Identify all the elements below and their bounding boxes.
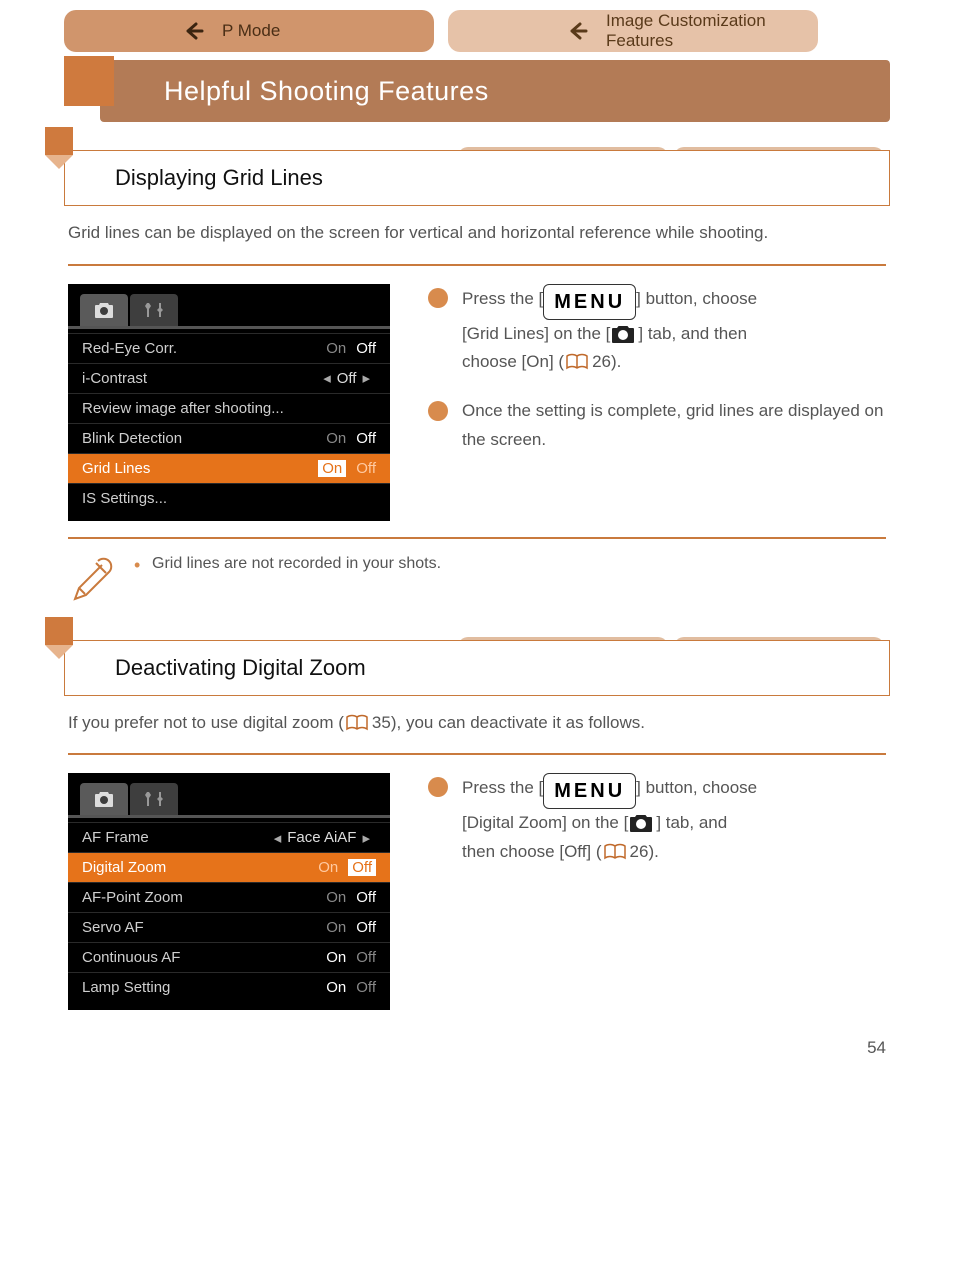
pencil-icon (68, 555, 114, 610)
section-title: Displaying Grid Lines (64, 150, 890, 206)
heading-badge (64, 56, 114, 106)
lcd-row: AF-Point ZoomOnOff (68, 882, 390, 912)
page-title: Helpful Shooting Features (100, 60, 890, 122)
t: 26). (630, 842, 659, 861)
t: If you prefer not to use digital zoom ( (68, 713, 344, 732)
breadcrumb-primary-label: P Mode (222, 21, 280, 41)
section2-paragraph: If you prefer not to use digital zoom ( 3… (68, 710, 886, 736)
note-grid-lines: Grid lines are not recorded in your shot… (68, 555, 886, 610)
section-title-text: Deactivating Digital Zoom (115, 655, 366, 680)
steps-1: Press the [MENU] button, choose [Grid Li… (428, 284, 886, 521)
t: [Grid Lines] on the [ (462, 324, 610, 343)
lcd-row: Servo AFOnOff (68, 912, 390, 942)
step-2-1: Press the [MENU] button, choose [Digital… (428, 773, 886, 867)
steps-2: Press the [MENU] button, choose [Digital… (428, 773, 886, 1010)
section-grid-lines: Still Images Movies Displaying Grid Line… (64, 150, 890, 206)
section-badge-tail (45, 645, 73, 659)
lcd-screenshot-2: AF Frame◂Face AiAF▸Digital ZoomOnOffAF-P… (68, 773, 390, 1010)
t: ] tab, and (656, 813, 727, 832)
step-1-2: Once the setting is complete, grid lines… (428, 397, 886, 455)
divider (68, 753, 886, 755)
camera-icon (610, 324, 638, 346)
t: [Digital Zoom] on the [ (462, 813, 628, 832)
breadcrumb-secondary-label: Image Customization Features (606, 11, 818, 51)
step-block-2: AF Frame◂Face AiAF▸Digital ZoomOnOffAF-P… (68, 773, 886, 1010)
section-badge (45, 617, 73, 645)
lcd-row: i-Contrast◂Off▸ (68, 363, 390, 393)
t: ] button, choose (636, 289, 757, 308)
breadcrumb-secondary[interactable]: Image Customization Features (448, 10, 818, 52)
arrow-left-icon (568, 21, 588, 41)
section-badge (45, 127, 73, 155)
lcd-tab-camera (80, 783, 128, 815)
lcd-row: Lamp SettingOnOff (68, 972, 390, 1002)
bullet-icon (428, 777, 448, 797)
step-block-1: Red-Eye Corr.OnOffi-Contrast◂Off▸Review … (68, 284, 886, 521)
lcd-tab-tools (130, 294, 178, 326)
step-text: Once the setting is complete, grid lines… (462, 397, 886, 455)
lcd-row: Digital ZoomOnOff (68, 852, 390, 882)
page-number: 54 (0, 1038, 954, 1058)
tools-icon (143, 790, 165, 808)
manual-ref-icon (564, 352, 592, 374)
menu-button-icon: MENU (543, 284, 636, 320)
note-item: Grid lines are not recorded in your shot… (134, 555, 441, 573)
camera-icon (93, 301, 115, 319)
menu-button-icon: MENU (543, 773, 636, 809)
camera-icon (93, 790, 115, 808)
arrow-left-icon (184, 21, 204, 41)
divider (68, 537, 886, 539)
lcd-tab-tools (130, 783, 178, 815)
lcd-row: AF Frame◂Face AiAF▸ (68, 822, 390, 852)
manual-ref-icon (602, 842, 630, 864)
lcd-row: IS Settings... (68, 483, 390, 513)
lcd-row: Review image after shooting... (68, 393, 390, 423)
t: ] tab, and then (638, 324, 747, 343)
page-heading: Helpful Shooting Features (64, 60, 890, 122)
section-title: Deactivating Digital Zoom (64, 640, 890, 696)
t: ] button, choose (636, 778, 757, 797)
divider (68, 264, 886, 266)
lcd-row: Blink DetectionOnOff (68, 423, 390, 453)
bullet-icon (428, 288, 448, 308)
lcd-screenshot-1: Red-Eye Corr.OnOffi-Contrast◂Off▸Review … (68, 284, 390, 521)
t: Press the [ (462, 289, 543, 308)
section-badge-tail (45, 155, 73, 169)
step-1-1: Press the [MENU] button, choose [Grid Li… (428, 284, 886, 378)
t: 26). (592, 352, 621, 371)
breadcrumb-primary[interactable]: P Mode (64, 10, 434, 52)
breadcrumb: P Mode Image Customization Features (0, 0, 954, 52)
t: then choose [Off] ( (462, 842, 602, 861)
section1-paragraph: Grid lines can be displayed on the scree… (68, 220, 886, 246)
manual-ref-icon (344, 713, 372, 735)
section-title-text: Displaying Grid Lines (115, 165, 323, 190)
lcd-row: Continuous AFOnOff (68, 942, 390, 972)
section-digital-zoom: Still Images Movies Deactivating Digital… (64, 640, 890, 696)
lcd-tab-camera (80, 294, 128, 326)
t: 35), you can deactivate it as follows. (372, 713, 645, 732)
camera-icon (628, 813, 656, 835)
t: Press the [ (462, 778, 543, 797)
lcd-row: Red-Eye Corr.OnOff (68, 333, 390, 363)
tools-icon (143, 301, 165, 319)
bullet-icon (428, 401, 448, 421)
t: choose [On] ( (462, 352, 564, 371)
lcd-row: Grid LinesOnOff (68, 453, 390, 483)
